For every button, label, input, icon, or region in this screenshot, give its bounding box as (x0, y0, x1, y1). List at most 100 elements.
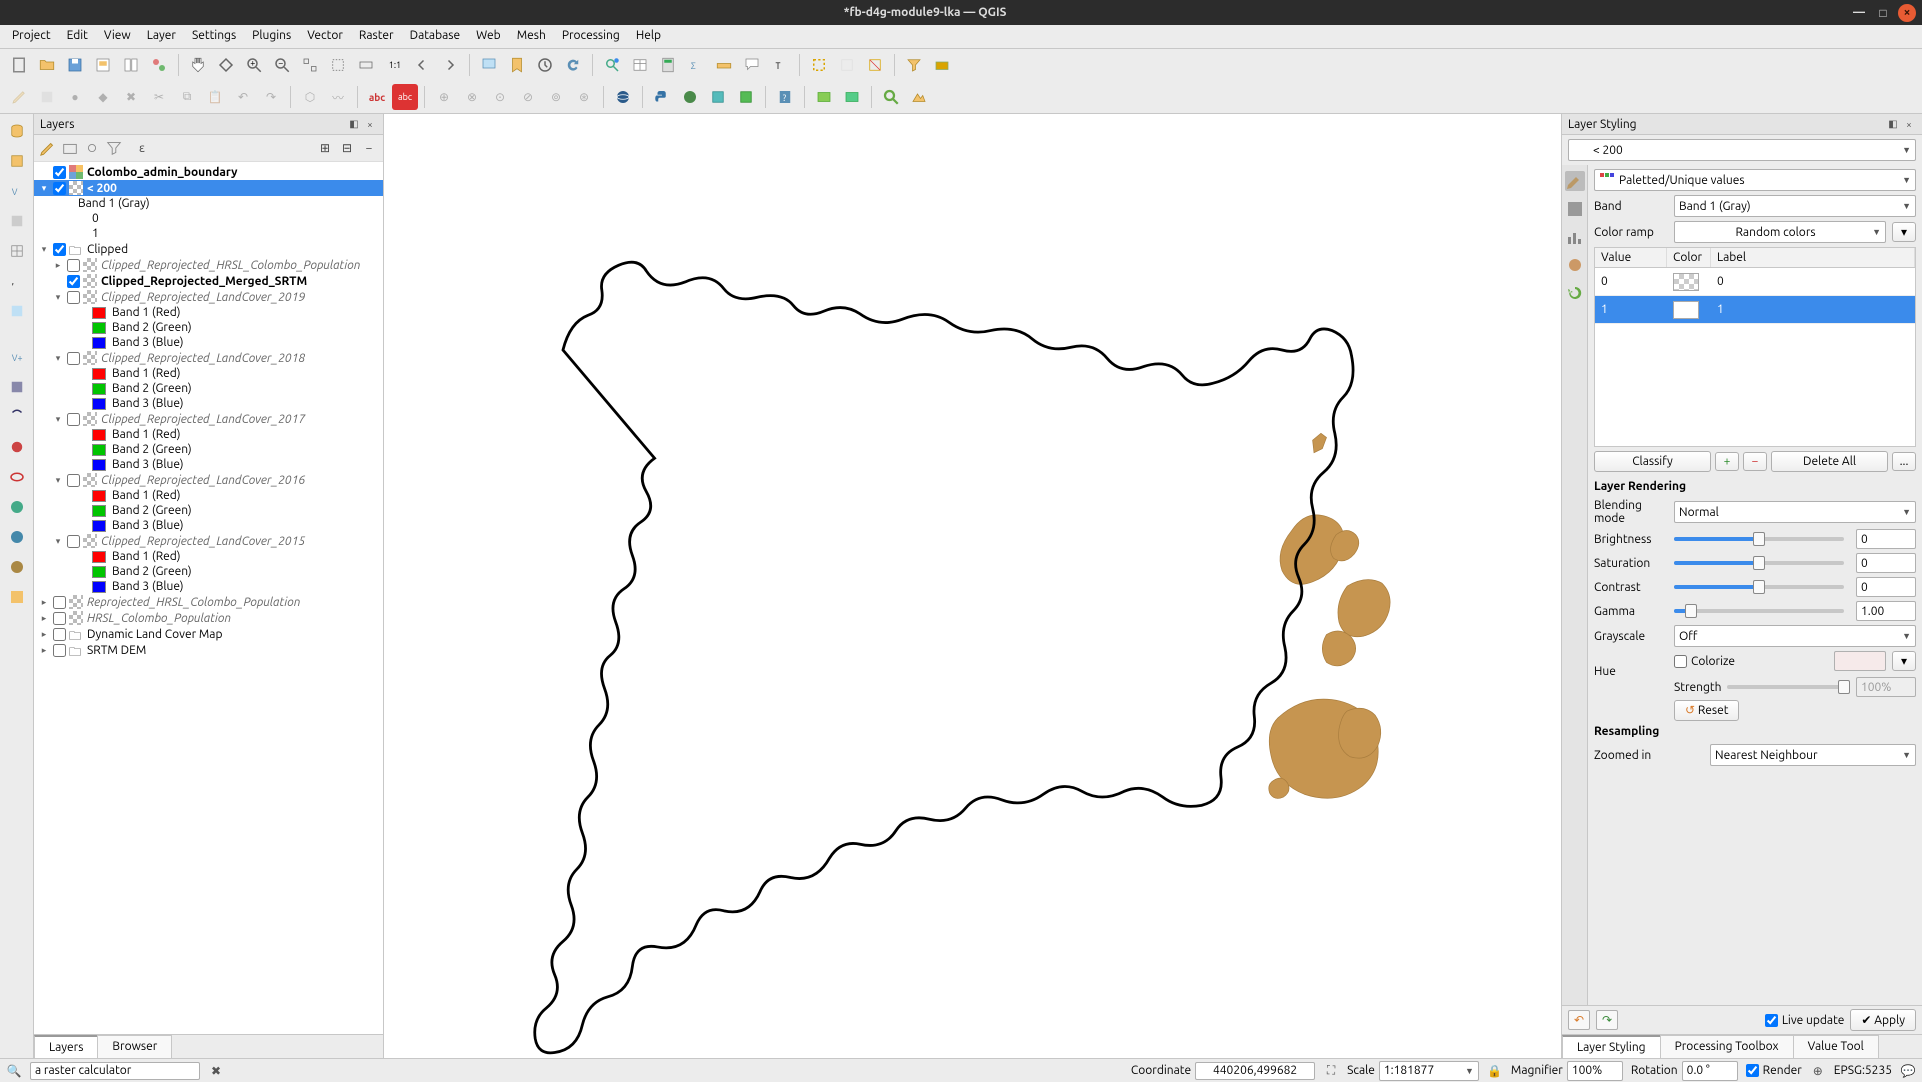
strength-slider[interactable] (1727, 685, 1844, 689)
add-wfs-icon[interactable] (4, 554, 30, 580)
apply-button[interactable]: ✔ Apply (1850, 1009, 1916, 1031)
map-canvas[interactable] (384, 114, 1562, 1058)
render-checkbox[interactable]: Render (1746, 1064, 1802, 1077)
add-postgis-icon[interactable] (4, 404, 30, 430)
gamma-slider[interactable] (1674, 609, 1844, 613)
lock-icon[interactable]: 🔒 (1487, 1063, 1503, 1079)
tree-expander-icon[interactable]: ▾ (38, 183, 50, 194)
menu-help[interactable]: Help (628, 25, 669, 48)
layer-visibility-checkbox[interactable] (53, 166, 66, 179)
map-tips-icon[interactable] (739, 52, 765, 78)
colorize-color[interactable] (1834, 651, 1886, 671)
layer-tree-item[interactable]: ▾🗀Clipped (34, 241, 383, 257)
pan-icon[interactable] (185, 52, 211, 78)
classify-button[interactable]: Classify (1594, 451, 1711, 472)
zoom-last-icon[interactable] (409, 52, 435, 78)
menu-mesh[interactable]: Mesh (509, 25, 554, 48)
add-mssql-icon[interactable] (4, 434, 30, 460)
reset-button[interactable]: ↺ Reset (1674, 700, 1739, 721)
plugin-5-icon[interactable] (906, 84, 932, 110)
layer-visibility-checkbox[interactable] (53, 644, 66, 657)
locator-input[interactable] (30, 1062, 200, 1080)
layer-tree-item[interactable]: Band 3 (Blue) (34, 579, 383, 594)
histogram-tab-icon[interactable] (1565, 227, 1585, 247)
plugin-3-icon[interactable] (811, 84, 837, 110)
zoom-selection-icon[interactable] (325, 52, 351, 78)
classify-row[interactable]: 00 (1595, 268, 1915, 296)
layer-visibility-checkbox[interactable] (67, 275, 80, 288)
extents-icon[interactable]: ⛶ (1323, 1063, 1339, 1079)
tree-expander-icon[interactable]: ▾ (38, 244, 50, 255)
tree-expander-icon[interactable]: ▸ (38, 629, 50, 640)
layer-tree-item[interactable]: Band 1 (Red) (34, 305, 383, 320)
zoom-next-icon[interactable] (437, 52, 463, 78)
layers-tree[interactable]: Colombo_admin_boundary▾< 200Band 1 (Gray… (34, 162, 383, 1034)
layer-tree-item[interactable]: ▸Reprojected_HRSL_Colombo_Population (34, 594, 383, 610)
live-update-checkbox[interactable]: Live update (1765, 1014, 1845, 1027)
label-abc2-icon[interactable]: abc (392, 84, 418, 110)
menu-view[interactable]: View (96, 25, 139, 48)
layer-filter-icon[interactable] (901, 52, 927, 78)
crs-icon[interactable]: ⊕ (1810, 1063, 1826, 1079)
search-big-icon[interactable] (878, 84, 904, 110)
refresh-icon[interactable] (560, 52, 586, 78)
tree-expander-icon[interactable]: ▸ (38, 613, 50, 624)
new-project-icon[interactable] (6, 52, 32, 78)
deselect-all-icon[interactable] (862, 52, 888, 78)
zoom-out-icon[interactable]: − (269, 52, 295, 78)
open-project-icon[interactable] (34, 52, 60, 78)
menu-web[interactable]: Web (468, 25, 509, 48)
menu-layer[interactable]: Layer (139, 25, 184, 48)
style-undo-button[interactable]: ↶ (1568, 1010, 1590, 1030)
layer-tree-item[interactable]: ▾Clipped_Reprojected_LandCover_2017 (34, 411, 383, 427)
expand-all-icon[interactable]: ⊞ (315, 138, 335, 158)
manage-visibility-icon[interactable] (82, 138, 102, 158)
tab-browser[interactable]: Browser (97, 1035, 172, 1058)
tree-expander-icon[interactable]: ▾ (52, 414, 64, 425)
temporal-controller-icon[interactable] (532, 52, 558, 78)
layer-tree-item[interactable]: Band 3 (Blue) (34, 457, 383, 472)
blending-mode-combo[interactable]: Normal ▼ (1674, 501, 1916, 523)
tree-expander-icon[interactable]: ▾ (52, 536, 64, 547)
gamma-spinbox[interactable]: 1.00 (1856, 601, 1916, 621)
layer-tree-item[interactable]: ▾Clipped_Reprojected_LandCover_2016 (34, 472, 383, 488)
colorize-checkbox[interactable]: Colorize (1674, 655, 1735, 668)
measure-icon[interactable] (711, 52, 737, 78)
add-vector-icon[interactable]: V (4, 178, 30, 204)
layer-tree-item[interactable]: ▾Clipped_Reprojected_LandCover_2018 (34, 350, 383, 366)
select-features-icon[interactable] (806, 52, 832, 78)
saturation-slider[interactable] (1674, 561, 1844, 565)
layer-tree-item[interactable]: ▾Clipped_Reprojected_LandCover_2015 (34, 533, 383, 549)
zoom-full-icon[interactable] (297, 52, 323, 78)
new-bookmark-icon[interactable] (504, 52, 530, 78)
layer-visibility-checkbox[interactable] (67, 535, 80, 548)
add-mesh-icon[interactable] (4, 238, 30, 264)
classify-color-swatch[interactable] (1673, 273, 1699, 291)
metasearch-icon[interactable] (610, 84, 636, 110)
maximize-button[interactable]: □ (1874, 4, 1892, 22)
layer-tree-item[interactable]: Band 1 (Gray) (34, 196, 383, 211)
crs-label[interactable]: EPSG:5235 (1834, 1064, 1892, 1077)
save-project-icon[interactable] (62, 52, 88, 78)
remove-class-button[interactable]: − (1743, 452, 1767, 471)
pan-selection-icon[interactable] (213, 52, 239, 78)
new-map-view-icon[interactable] (476, 52, 502, 78)
layer-visibility-checkbox[interactable] (67, 474, 80, 487)
layer-visibility-checkbox[interactable] (53, 628, 66, 641)
field-calculator-icon[interactable] (655, 52, 681, 78)
add-xyz-icon[interactable] (4, 584, 30, 610)
menu-edit[interactable]: Edit (59, 25, 96, 48)
plugin-2-icon[interactable] (733, 84, 759, 110)
classify-row[interactable]: 11 (1595, 296, 1915, 324)
layer-visibility-checkbox[interactable] (67, 352, 80, 365)
layer-tree-item[interactable]: Band 1 (Red) (34, 366, 383, 381)
minimize-button[interactable]: — (1850, 4, 1868, 22)
layer-tree-item[interactable]: ▸HRSL_Colombo_Population (34, 610, 383, 626)
layer-tree-item[interactable]: 0 (34, 211, 383, 226)
add-spatialite-icon[interactable] (4, 374, 30, 400)
layout-manager-icon[interactable] (118, 52, 144, 78)
layer-tree-item[interactable]: Band 2 (Green) (34, 442, 383, 457)
tab-layers[interactable]: Layers (34, 1035, 98, 1058)
styling-layer-combo[interactable]: < 200 ▼ (1568, 139, 1916, 161)
coordinate-input[interactable] (1195, 1062, 1315, 1080)
